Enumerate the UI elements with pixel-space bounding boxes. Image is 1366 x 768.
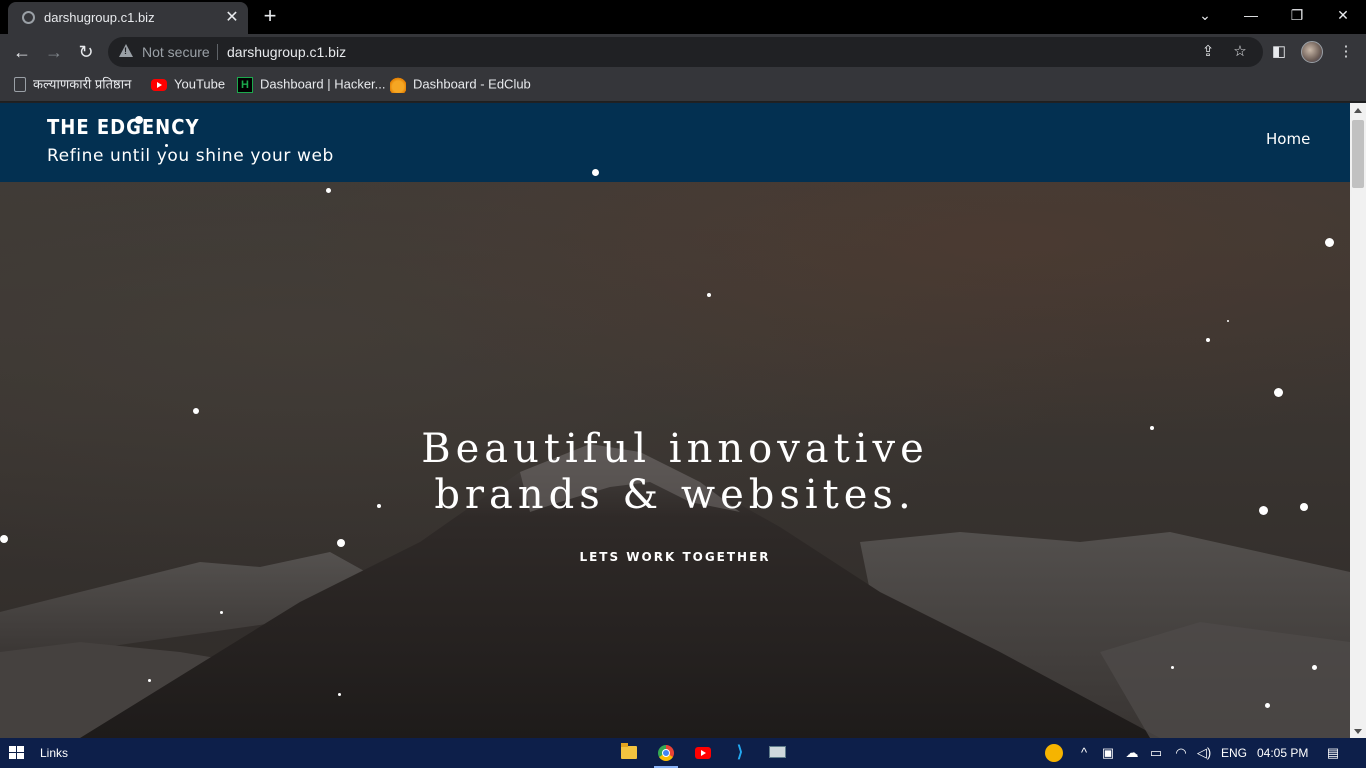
snow-particle — [1259, 506, 1268, 515]
bookmark-label: Dashboard | Hacker... — [260, 76, 386, 92]
snow-particle — [592, 169, 599, 176]
security-label[interactable]: Not secure — [142, 44, 210, 60]
youtube-app-button[interactable] — [688, 741, 718, 765]
hero-title-line2: brands & websites. — [434, 472, 916, 518]
browser-toolbar: ← → ↻ Not secure darshugroup.c1.biz ⇪ ☆ … — [0, 34, 1366, 70]
remote-desktop-icon — [769, 746, 786, 758]
scrollbar-thumb[interactable] — [1352, 120, 1364, 188]
tab-strip: darshugroup.c1.biz ✕ + ⌄ — ❐ ✕ — [0, 0, 1366, 34]
close-window-button[interactable]: ✕ — [1320, 0, 1366, 32]
snow-particle — [1227, 320, 1229, 322]
scroll-down-icon[interactable] — [1354, 729, 1362, 734]
snow-particle — [165, 144, 168, 147]
snow-particle — [1274, 388, 1283, 397]
snow-particle — [193, 408, 199, 414]
snow-particle — [1265, 703, 1270, 708]
meet-now-icon[interactable]: ▣ — [1100, 745, 1116, 761]
forward-button[interactable]: → — [41, 39, 67, 65]
page-viewport: THE EDGENCY Refine until you shine your … — [0, 103, 1350, 738]
snow-particle — [1300, 503, 1308, 511]
warning-icon[interactable] — [119, 44, 133, 57]
snow-particle — [377, 504, 381, 508]
page-scrollbar[interactable] — [1350, 103, 1366, 738]
youtube-icon — [695, 747, 711, 759]
youtube-icon — [151, 78, 167, 91]
battery-icon[interactable]: ▭ — [1148, 745, 1164, 761]
weather-icon[interactable] — [1045, 744, 1063, 762]
bookmark-edclub[interactable]: Dashboard - EdClub — [390, 76, 531, 96]
snow-particle — [337, 539, 345, 547]
tab-title: darshugroup.c1.biz — [44, 10, 155, 25]
snow-particle — [148, 679, 151, 682]
address-bar[interactable]: Not secure darshugroup.c1.biz ⇪ ☆ — [108, 37, 1263, 67]
windows-taskbar: Links ⟩ ^ ▣ ☁ ▭ ◠ ◁) ENG 04:05 PM ▤ — [0, 738, 1366, 768]
chrome-button[interactable] — [651, 741, 681, 768]
hackerrank-icon — [237, 76, 253, 93]
snow-particle — [220, 611, 223, 614]
globe-icon — [22, 11, 35, 24]
omnibox-divider — [217, 44, 218, 60]
minimize-button[interactable]: — — [1228, 0, 1274, 32]
bookmark-kalyankari[interactable]: कल्याणकारी प्रतिष्ठान — [14, 76, 131, 96]
bookmark-label: Dashboard - EdClub — [413, 76, 531, 92]
snow-particle — [338, 693, 341, 696]
restore-button[interactable]: ❐ — [1274, 0, 1320, 32]
chrome-icon — [658, 745, 674, 761]
clock[interactable]: 04:05 PM — [1257, 746, 1308, 760]
remote-desktop-button[interactable] — [762, 741, 792, 765]
side-panel-icon[interactable]: ◧ — [1266, 39, 1292, 65]
bookmarks-bar: कल्याणकारी प्रतिष्ठान YouTube Dashboard … — [0, 70, 1366, 102]
nav-home-link[interactable]: Home — [1266, 130, 1310, 148]
snow-particle — [1325, 238, 1334, 247]
taskbar-links-toolbar[interactable]: Links — [40, 746, 68, 760]
snow-particle — [326, 188, 331, 193]
reload-button[interactable]: ↻ — [73, 39, 99, 65]
bookmark-label: कल्याणकारी प्रतिष्ठान — [33, 76, 132, 92]
notifications-icon[interactable]: ▤ — [1325, 745, 1341, 761]
shield-icon — [14, 77, 26, 93]
scroll-up-icon[interactable] — [1354, 108, 1362, 113]
snow-particle — [1312, 665, 1317, 670]
bookmark-label: YouTube — [174, 76, 226, 92]
hero-title-line1: Beautiful innovative — [421, 426, 929, 472]
volume-icon[interactable]: ◁) — [1196, 745, 1212, 761]
url-text[interactable]: darshugroup.c1.biz — [227, 44, 346, 60]
snow-particle — [1171, 666, 1174, 669]
close-tab-icon[interactable]: ✕ — [222, 8, 242, 28]
hero-title: Beautiful innovative brands & websites. — [0, 426, 1350, 518]
wifi-icon[interactable]: ◠ — [1173, 745, 1189, 761]
lets-work-together-link[interactable]: LETS WORK TOGETHER — [0, 550, 1350, 564]
edclub-icon — [390, 76, 406, 93]
hero-section: Beautiful innovative brands & websites. … — [0, 182, 1350, 738]
file-explorer-button[interactable] — [614, 741, 644, 765]
bookmark-star-icon[interactable]: ☆ — [1230, 42, 1250, 62]
browser-tab[interactable]: darshugroup.c1.biz ✕ — [8, 2, 248, 34]
bookmark-hackerrank[interactable]: Dashboard | Hacker... — [237, 76, 386, 96]
site-tagline: Refine until you shine your web — [47, 146, 334, 166]
snow-particle — [707, 293, 711, 297]
profile-avatar[interactable] — [1301, 41, 1323, 63]
snow-particle — [1150, 426, 1154, 430]
site-header: THE EDGENCY Refine until you shine your … — [0, 103, 1350, 182]
file-explorer-icon — [621, 743, 637, 759]
onedrive-icon[interactable]: ☁ — [1124, 745, 1140, 761]
language-indicator[interactable]: ENG — [1221, 746, 1247, 760]
show-hidden-icons-chevron[interactable]: ^ — [1076, 745, 1092, 761]
windows-start-icon[interactable] — [9, 746, 25, 761]
snow-particle — [0, 535, 8, 543]
snow-particle — [1206, 338, 1210, 342]
tab-search-icon[interactable]: ⌄ — [1182, 0, 1228, 32]
site-logo[interactable]: THE EDGENCY — [47, 115, 199, 139]
vscode-button[interactable]: ⟩ — [725, 741, 755, 765]
back-button[interactable]: ← — [9, 39, 35, 65]
menu-kebab-icon[interactable]: ⋮ — [1333, 39, 1359, 65]
vscode-icon: ⟩ — [736, 744, 744, 761]
snow-particle — [135, 116, 143, 124]
bookmark-youtube[interactable]: YouTube — [151, 76, 225, 96]
new-tab-button[interactable]: + — [258, 5, 282, 29]
share-icon[interactable]: ⇪ — [1198, 42, 1218, 62]
